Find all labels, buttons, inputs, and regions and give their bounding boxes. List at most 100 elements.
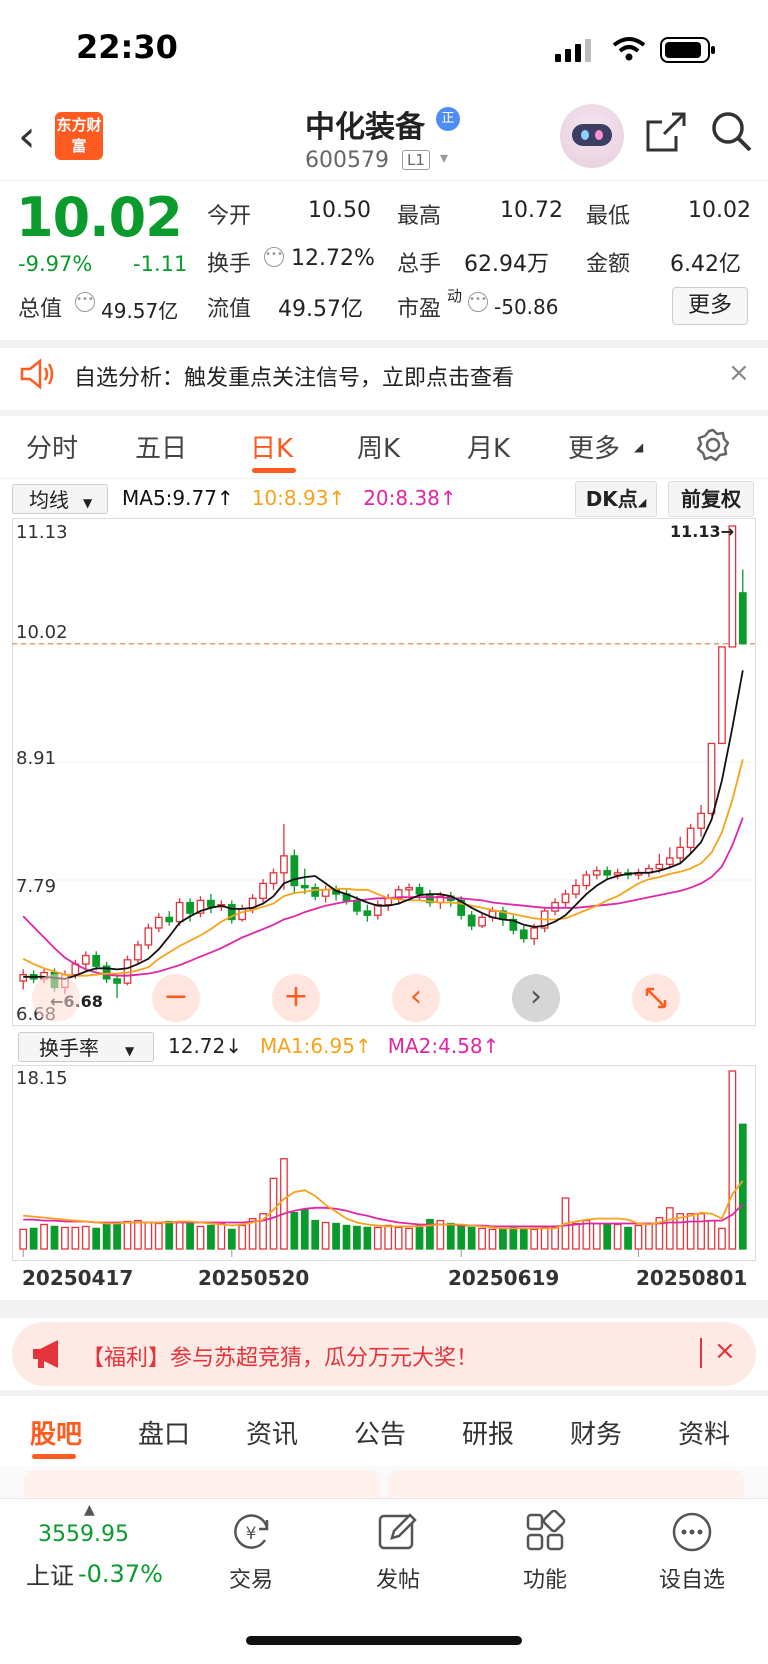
zoom-in-button[interactable]: + (272, 974, 320, 1022)
content-peek (0, 1466, 768, 1498)
turnover-bar (457, 1225, 466, 1250)
tab-guba[interactable]: 股吧 (30, 1414, 82, 1451)
status-bar: 22:30 (0, 0, 768, 100)
turnover-bar (113, 1221, 121, 1250)
index-value[interactable]: 3559.95 (38, 1522, 129, 1547)
turnover-bar (175, 1220, 184, 1250)
pe-label: 市盈 (397, 297, 442, 322)
add-watchlist-button[interactable]: 设自选 (637, 1510, 747, 1594)
pan-left-button[interactable]: ‹ (392, 974, 440, 1022)
turnover-bar (186, 1221, 194, 1250)
turnover-bar (269, 1177, 278, 1250)
stock-code: 600579 (305, 148, 389, 173)
tab-finance[interactable]: 财务 (570, 1414, 622, 1451)
indicator-select[interactable]: 均线 ▼ (12, 484, 108, 514)
tab-more[interactable]: 更多 (568, 428, 620, 465)
current-price: 10.02 (16, 186, 183, 249)
pan-right-button[interactable]: › (512, 974, 560, 1022)
function-button[interactable]: 功能 (490, 1509, 600, 1594)
tab-five-day[interactable]: 五日 (135, 428, 187, 465)
turnover-bar (280, 1158, 288, 1250)
turnover-value: 12.72% (291, 246, 375, 271)
zoom-out-button[interactable]: − (152, 974, 200, 1022)
post-label: 发帖 (375, 1568, 420, 1593)
candle (259, 882, 267, 899)
adjust-button[interactable]: 前复权 (668, 481, 754, 517)
change-amount: -1.11 (133, 252, 188, 276)
turnover-bar (71, 1226, 80, 1250)
search-icon[interactable] (710, 110, 754, 154)
turnover-bar (467, 1226, 476, 1250)
trade-label: 交易 (228, 1568, 273, 1593)
info-dots-icon[interactable]: ••• (264, 247, 284, 267)
tab-monthly-k[interactable]: 月K (467, 428, 510, 465)
turnover-bar (645, 1222, 653, 1250)
date-label: 20250520 (198, 1266, 310, 1290)
tab-weekly-k[interactable]: 周K (357, 428, 400, 465)
candle (290, 855, 299, 887)
share-icon[interactable] (644, 110, 688, 154)
robot-icon (572, 124, 612, 146)
turnover-bar (718, 1227, 726, 1250)
wifi-icon (612, 37, 646, 61)
tab-research[interactable]: 研报 (462, 1414, 514, 1451)
close-icon[interactable]: × (714, 1336, 736, 1366)
turnover-bar (311, 1219, 320, 1250)
stock-name: 中化装备 (305, 110, 425, 145)
tab-news[interactable]: 资讯 (246, 1414, 298, 1451)
turnover-bar (738, 1123, 747, 1250)
tab-indicator (32, 1454, 76, 1459)
close-icon[interactable]: × (728, 358, 750, 388)
volume-indicator-select[interactable]: 换手率 ▼ (18, 1032, 154, 1062)
trade-button[interactable]: ¥ 交易 (196, 1510, 306, 1594)
turnover-bar (697, 1213, 705, 1250)
tab-minute[interactable]: 分时 (26, 428, 78, 465)
more-button[interactable]: 更多 (672, 287, 748, 325)
gear-icon[interactable] (696, 428, 730, 462)
tab-daily-k[interactable]: 日K (250, 428, 293, 465)
candle (92, 954, 101, 967)
post-button[interactable]: 发帖 (343, 1510, 453, 1594)
tab-announcement[interactable]: 公告 (354, 1414, 406, 1451)
float-value: 49.57亿 (278, 297, 363, 322)
chevron-up-icon[interactable]: ▲ (84, 1502, 95, 1518)
candle (165, 916, 174, 923)
index-summary[interactable]: 上证 -0.37% (26, 1556, 163, 1591)
tab-pankou[interactable]: 盘口 (138, 1414, 190, 1451)
candlestick-chart[interactable] (12, 518, 756, 1026)
app-logo: 东方财富 (55, 112, 103, 160)
turnover-bar (321, 1221, 330, 1250)
divider (0, 1390, 768, 1396)
info-dots-icon[interactable]: ••• (75, 292, 95, 312)
promo-text[interactable]: 【福利】参与苏超竞猜，瓜分万元大奖！ (82, 1340, 478, 1372)
function-label: 功能 (522, 1568, 567, 1593)
edit-icon (378, 1513, 417, 1550)
candle (415, 887, 424, 895)
speaker-icon (20, 358, 54, 390)
candle (175, 901, 184, 923)
candle (405, 887, 413, 891)
chevron-down-icon[interactable]: ▾ (440, 148, 448, 167)
turnover-bar (582, 1219, 591, 1250)
turnover-bar (29, 1227, 38, 1250)
turnover-bar (353, 1225, 361, 1250)
dk-point-button[interactable]: DK点◢ (575, 481, 657, 517)
caret-icon: ◢ (637, 496, 647, 509)
candle (582, 874, 591, 887)
level-badge[interactable]: L1 (402, 150, 430, 170)
turnover-current: 12.72↓ (168, 1034, 243, 1058)
analysis-text[interactable]: 自选分析：触发重点关注信号，立即点击查看 (74, 360, 514, 392)
candle (300, 884, 309, 889)
turnover-bar (665, 1207, 674, 1250)
mktcap-label: 总值 (18, 297, 63, 322)
turnover-chart[interactable] (12, 1065, 756, 1261)
info-dots-icon[interactable]: ••• (468, 292, 488, 312)
chart-control-button[interactable] (32, 974, 80, 1022)
candle (519, 929, 528, 940)
candle (603, 870, 612, 876)
expand-icon[interactable] (632, 974, 680, 1022)
amount-label: 金额 (586, 252, 631, 277)
back-icon[interactable]: ‹ (18, 115, 36, 159)
turnover-bar (19, 1228, 28, 1250)
tab-profile[interactable]: 资料 (678, 1414, 730, 1451)
